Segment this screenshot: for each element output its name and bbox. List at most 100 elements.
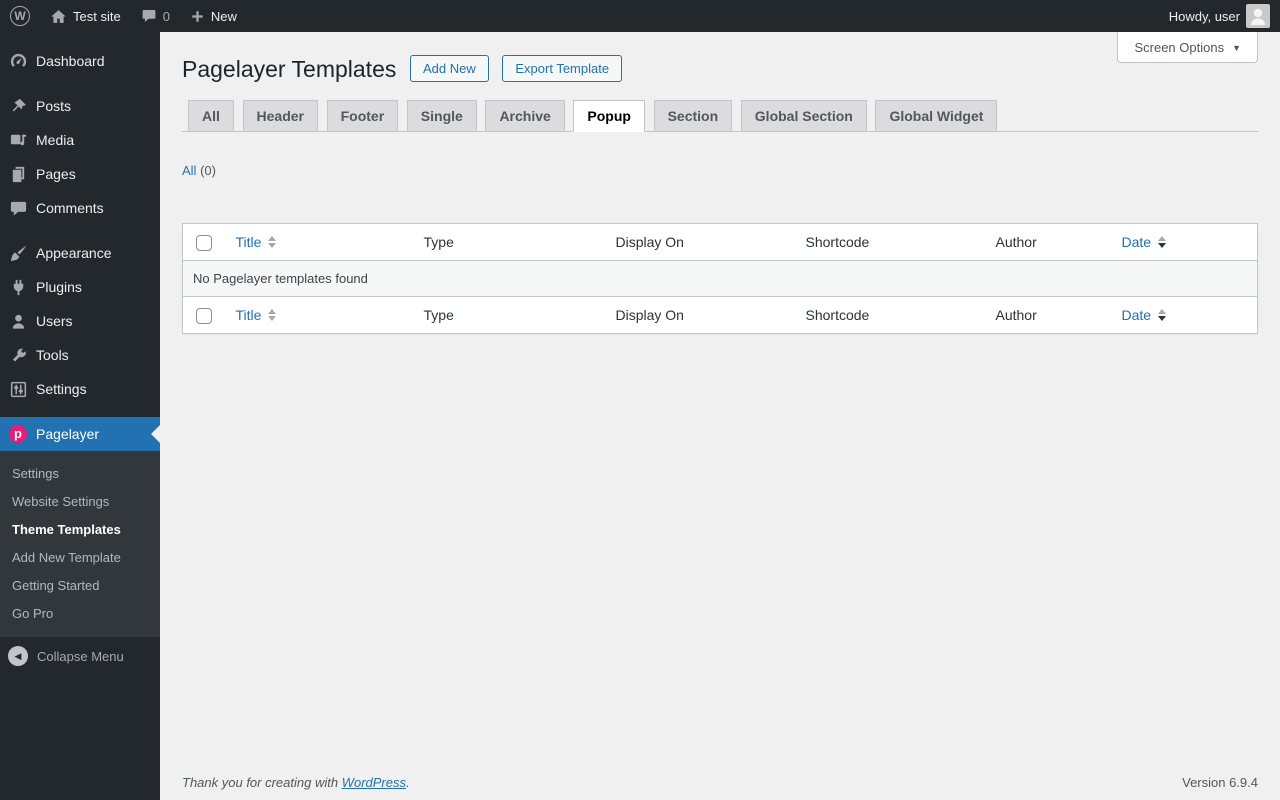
- sidebar-item-label: Media: [36, 132, 75, 148]
- plus-icon: [190, 9, 205, 24]
- sidebar-item-plugins[interactable]: Plugins: [0, 270, 160, 304]
- collapse-menu-label: Collapse Menu: [37, 648, 124, 664]
- comments-count: 0: [162, 8, 170, 24]
- export-template-button[interactable]: Export Template: [502, 55, 623, 82]
- add-new-button[interactable]: Add New: [410, 55, 489, 82]
- submenu-item-website-settings[interactable]: Website Settings: [0, 487, 160, 515]
- filter-all-link[interactable]: All: [182, 163, 196, 178]
- sidebar-item-media[interactable]: Media: [0, 123, 160, 157]
- sidebar-item-appearance[interactable]: Appearance: [0, 236, 160, 270]
- sidebar-item-label: Pages: [36, 166, 76, 182]
- tab-all[interactable]: All: [188, 100, 234, 132]
- sort-by-date[interactable]: Date: [1122, 234, 1167, 250]
- column-header-author: Author: [995, 234, 1037, 250]
- comments-bubble-icon: [141, 8, 157, 24]
- footer-thanks-text: Thank you for creating with: [182, 775, 342, 790]
- menu-separator: [0, 225, 160, 236]
- admin-bar-comments[interactable]: 0: [131, 0, 180, 32]
- tab-section[interactable]: Section: [653, 100, 733, 132]
- submenu-label: Go Pro: [12, 605, 54, 621]
- sidebar-item-label: Pagelayer: [36, 426, 100, 442]
- current-menu-arrow: [151, 425, 160, 443]
- sidebar-item-pages[interactable]: Pages: [0, 157, 160, 191]
- submenu-item-add-new-template[interactable]: Add New Template: [0, 543, 160, 571]
- column-header-date: Date: [1121, 307, 1152, 323]
- footer-thanks-period: .: [406, 775, 410, 790]
- sort-arrows-icon: [1158, 309, 1167, 321]
- submenu-label: Getting Started: [12, 577, 100, 593]
- column-header-title: Title: [235, 307, 262, 323]
- table-header-row: Title Type Display On Shortcode Author D…: [182, 224, 1258, 261]
- admin-bar-my-account[interactable]: Howdy, user: [1159, 0, 1280, 32]
- tab-archive[interactable]: Archive: [485, 100, 565, 132]
- howdy-label: Howdy, user: [1168, 8, 1240, 24]
- footer-thanks: Thank you for creating with WordPress.: [182, 775, 410, 790]
- select-all-checkbox[interactable]: [196, 234, 212, 251]
- submenu-item-settings[interactable]: Settings: [0, 459, 160, 487]
- submenu-item-theme-templates[interactable]: Theme Templates: [0, 515, 160, 543]
- comment-icon: [8, 198, 28, 218]
- site-name-label: Test site: [73, 8, 121, 24]
- page-title: Pagelayer Templates: [182, 56, 397, 82]
- sidebar-item-posts[interactable]: Posts: [0, 89, 160, 123]
- menu-separator: [0, 406, 160, 417]
- sidebar-item-label: Tools: [36, 347, 69, 363]
- filter-all-count: (0): [200, 163, 216, 178]
- column-header-shortcode: Shortcode: [805, 234, 870, 250]
- sidebar-item-pagelayer[interactable]: p Pagelayer: [0, 417, 160, 451]
- column-header-date: Date: [1121, 234, 1152, 250]
- admin-bar-new[interactable]: New: [180, 0, 247, 32]
- menu-separator: [0, 78, 160, 89]
- submenu-item-go-pro[interactable]: Go Pro: [0, 599, 160, 627]
- sort-arrows-icon: [1158, 236, 1167, 248]
- submenu-item-getting-started[interactable]: Getting Started: [0, 571, 160, 599]
- sidebar-item-label: Dashboard: [36, 53, 105, 69]
- wordpress-logo-icon: W: [10, 6, 30, 26]
- sort-arrows-icon: [268, 309, 277, 321]
- table-footer-row: Title Type Display On Shortcode Author D…: [182, 296, 1258, 334]
- tab-single[interactable]: Single: [406, 100, 477, 132]
- sidebar-item-comments[interactable]: Comments: [0, 191, 160, 225]
- admin-bar: W Test site 0 New Howdy, user: [0, 0, 1280, 32]
- submenu-label: Theme Templates: [12, 521, 121, 537]
- submenu-label: Website Settings: [12, 493, 110, 509]
- wordpress-link[interactable]: WordPress: [342, 775, 406, 790]
- pages-icon: [8, 164, 28, 184]
- tab-header[interactable]: Header: [242, 100, 318, 132]
- column-header-title: Title: [235, 234, 262, 250]
- tab-global-section[interactable]: Global Section: [740, 100, 867, 132]
- home-icon: [50, 8, 67, 25]
- wrench-icon: [8, 345, 28, 365]
- sidebar-item-settings[interactable]: Settings: [0, 372, 160, 406]
- tab-global-widget[interactable]: Global Widget: [875, 100, 998, 132]
- wp-logo-menu[interactable]: W: [0, 0, 40, 32]
- collapse-arrow-icon: ◀: [8, 646, 28, 666]
- column-header-display-on: Display On: [615, 307, 684, 323]
- collapse-menu-button[interactable]: ◀ Collapse Menu: [0, 639, 160, 673]
- submenu-label: Settings: [12, 465, 59, 481]
- select-all-checkbox-bottom[interactable]: [196, 307, 212, 324]
- tab-popup[interactable]: Popup: [573, 100, 645, 132]
- column-header-shortcode: Shortcode: [805, 307, 870, 323]
- sidebar-item-users[interactable]: Users: [0, 304, 160, 338]
- sidebar-item-tools[interactable]: Tools: [0, 338, 160, 372]
- sort-by-title-bottom[interactable]: Title: [236, 307, 277, 323]
- templates-table: Title Type Display On Shortcode Author D…: [182, 223, 1258, 334]
- column-header-type: Type: [423, 307, 454, 323]
- pagelayer-icon: p: [8, 424, 28, 444]
- media-icon: [8, 130, 28, 150]
- sort-by-title[interactable]: Title: [236, 234, 277, 250]
- empty-message: No Pagelayer templates found: [182, 260, 1258, 297]
- sidebar-item-label: Plugins: [36, 279, 82, 295]
- column-header-type: Type: [423, 234, 454, 250]
- sort-by-date-bottom[interactable]: Date: [1122, 307, 1167, 323]
- tab-footer[interactable]: Footer: [326, 100, 399, 132]
- views-filter: All (0): [182, 163, 1258, 178]
- avatar: [1246, 4, 1270, 28]
- paintbrush-icon: [8, 243, 28, 263]
- site-name-link[interactable]: Test site: [40, 0, 131, 32]
- main-content: Screen Options ▼ Pagelayer Templates Add…: [160, 32, 1280, 800]
- empty-table-row: No Pagelayer templates found: [182, 260, 1258, 297]
- new-label: New: [210, 8, 237, 24]
- sidebar-item-dashboard[interactable]: Dashboard: [0, 44, 160, 78]
